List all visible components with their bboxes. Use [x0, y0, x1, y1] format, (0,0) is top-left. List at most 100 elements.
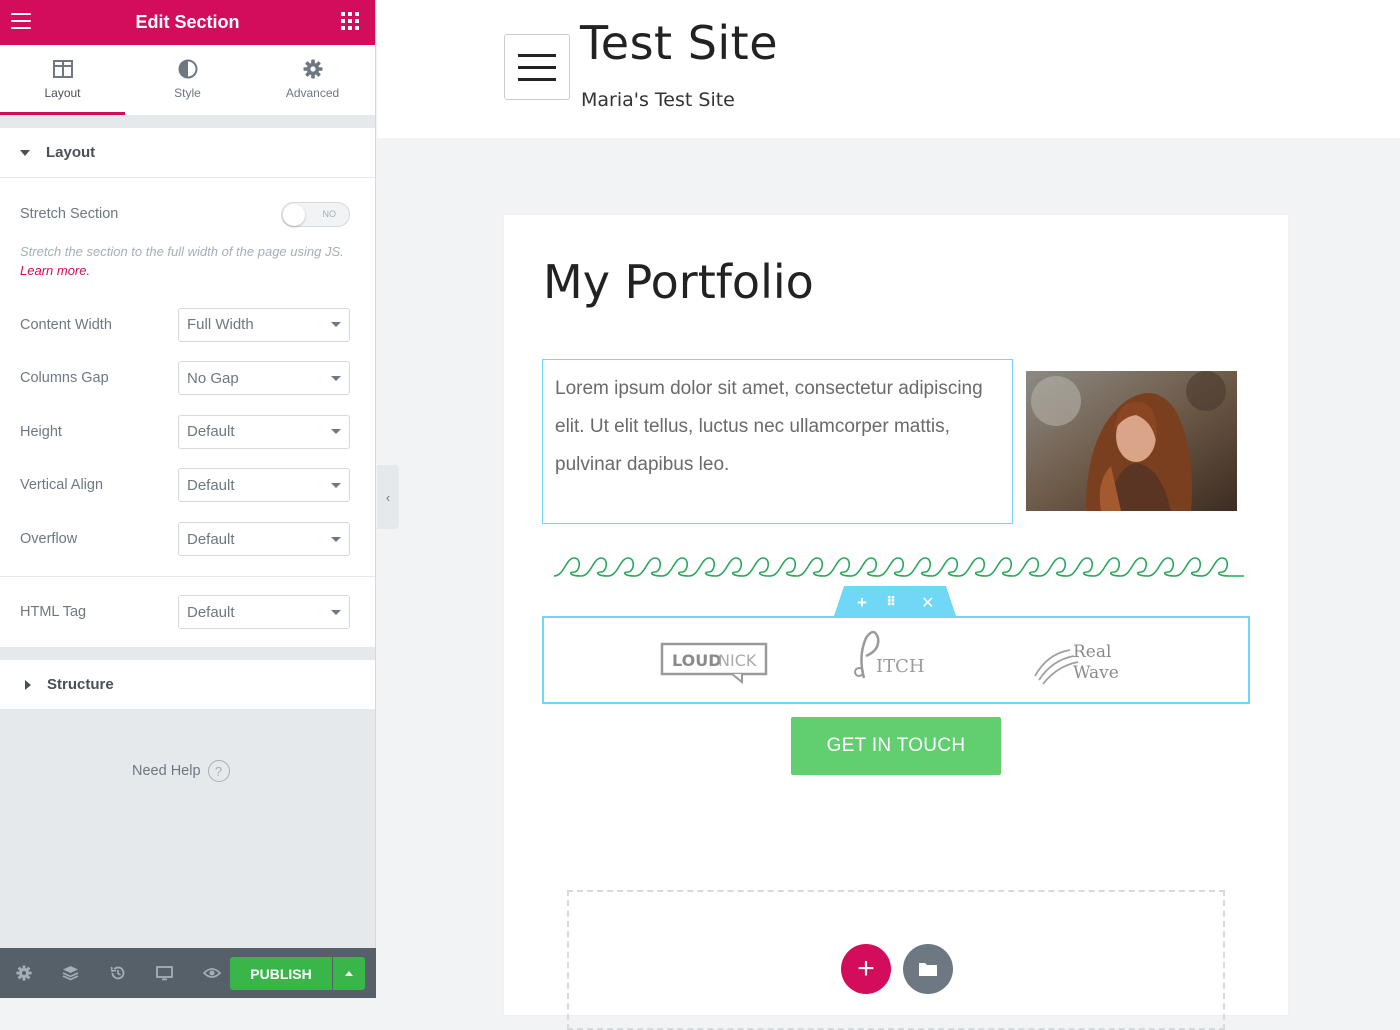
widgets-grid-icon[interactable] [341, 12, 359, 30]
svg-text:Real: Real [1073, 642, 1111, 662]
select-value: Full Width [187, 316, 254, 334]
section-handle: + ⠿ ✕ [834, 586, 956, 616]
height-label: Height [20, 423, 62, 440]
history-icon[interactable] [94, 948, 141, 998]
collapse-panel-button[interactable]: ‹ [377, 465, 399, 529]
content-width-label: Content Width [20, 316, 112, 333]
layout-controls: Stretch Section NO Stretch the section t… [0, 178, 375, 647]
page-content: My Portfolio Lorem ipsum dolor sit amet,… [504, 215, 1288, 1030]
html-tag-label: HTML Tag [20, 604, 87, 620]
content-width-select[interactable]: Full Width [178, 307, 350, 342]
site-menu-toggle[interactable] [504, 34, 570, 100]
add-template-button[interactable] [903, 944, 953, 994]
pitch-logo: ITCH [854, 630, 925, 679]
chevron-down-icon [331, 609, 341, 615]
select-value: Default [187, 530, 235, 548]
menu-icon[interactable] [11, 13, 31, 29]
page-title: My Portfolio [543, 255, 814, 309]
site-header: Test Site Maria's Test Site [377, 0, 1400, 138]
caret-right-icon [25, 679, 31, 690]
need-help-link[interactable]: Need Help ? [132, 760, 230, 782]
chevron-down-icon [331, 322, 341, 328]
drag-handle-icon[interactable]: ⠿ [886, 594, 897, 610]
columns-gap-select[interactable]: No Gap [178, 361, 350, 396]
learn-more-link[interactable]: Learn more. [20, 263, 90, 278]
chevron-down-icon [331, 429, 341, 435]
height-select[interactable]: Default [178, 414, 350, 449]
tab-layout-label: Layout [44, 85, 81, 100]
columns-icon [52, 58, 73, 80]
svg-text:ITCH: ITCH [876, 656, 925, 677]
stretch-description: Stretch the section to the full width of… [0, 242, 375, 298]
stretch-description-text: Stretch the section to the full width of… [20, 244, 344, 259]
preview-eye-icon[interactable] [188, 948, 235, 998]
chevron-left-icon: ‹ [385, 489, 391, 505]
select-value: No Gap [187, 369, 239, 387]
question-icon: ? [207, 760, 230, 782]
caret-down-icon [20, 149, 30, 156]
panel-footer: PUBLISH [0, 948, 376, 998]
responsive-desktop-icon[interactable] [141, 948, 188, 998]
tab-style[interactable]: Style [125, 45, 250, 115]
toggle-knob [283, 203, 305, 226]
select-value: Default [187, 476, 235, 494]
close-icon[interactable]: ✕ [921, 593, 934, 613]
chevron-down-icon [331, 536, 341, 542]
toggle-text: NO [322, 208, 337, 219]
panel-header: Edit Section [0, 0, 375, 45]
site-description: Maria's Test Site [581, 89, 735, 111]
overflow-label: Overflow [20, 531, 78, 547]
add-icon[interactable]: + [857, 593, 867, 613]
stretch-section-toggle[interactable]: NO [281, 201, 350, 227]
text-editor-widget[interactable]: Lorem ipsum dolor sit amet, consectetur … [542, 359, 1013, 524]
panel-title: Edit Section [135, 12, 240, 32]
svg-text:NICK: NICK [718, 651, 757, 670]
client-logos: LOUD NICK ITCH Real Wave [660, 630, 1119, 685]
svg-text:LOUD: LOUD [672, 651, 722, 670]
select-value: Default [187, 603, 235, 621]
height-row: Height Default [0, 405, 375, 459]
tab-style-label: Style [174, 85, 201, 100]
panel-tabs: Layout Style Advanced [0, 45, 375, 115]
half-circle-icon [178, 58, 198, 80]
html-tag-select[interactable]: Default [178, 595, 350, 629]
tab-advanced-label: Advanced [285, 85, 340, 100]
get-in-touch-button[interactable]: GET IN TOUCH [791, 717, 1001, 775]
svg-text:Wave: Wave [1073, 663, 1119, 683]
overflow-row: Overflow Default [0, 512, 375, 566]
select-value: Default [187, 423, 235, 441]
portrait-image[interactable] [1026, 371, 1237, 511]
logos-section[interactable]: LOUD NICK ITCH Real Wave [542, 616, 1250, 704]
structure-section-toggle[interactable]: Structure [0, 660, 375, 710]
publish-button[interactable]: PUBLISH [230, 957, 332, 990]
columns-gap-row: Columns Gap No Gap [0, 352, 375, 406]
layout-section-toggle[interactable]: Layout [0, 128, 375, 178]
html-tag-row: HTML Tag Default [0, 577, 375, 647]
vertical-align-row: Vertical Align Default [0, 459, 375, 513]
stretch-section-label: Stretch Section [20, 206, 119, 222]
structure-section-title: Structure [47, 676, 114, 693]
layout-section-title: Layout [46, 144, 96, 161]
navigator-layers-icon[interactable] [47, 948, 94, 998]
publish-options-button[interactable] [333, 957, 365, 990]
gear-icon [303, 58, 323, 80]
chevron-down-icon [331, 482, 341, 488]
need-help-label: Need Help [132, 763, 201, 779]
tab-layout[interactable]: Layout [0, 45, 125, 115]
vertical-align-label: Vertical Align [20, 477, 104, 494]
add-section-button[interactable]: + [841, 944, 891, 994]
columns-gap-label: Columns Gap [20, 370, 109, 387]
content-width-row: Content Width Full Width [0, 298, 375, 352]
editor-panel: Edit Section Layout Style Advanced Layou… [0, 0, 376, 998]
folder-icon [919, 963, 937, 976]
settings-icon[interactable] [0, 948, 47, 998]
chevron-down-icon [331, 375, 341, 381]
site-title[interactable]: Test Site [580, 16, 778, 70]
loudnick-logo: LOUD NICK [660, 642, 768, 685]
tab-advanced[interactable]: Advanced [250, 45, 375, 115]
add-section-area: + [567, 890, 1225, 1030]
real-wave-logo: Real Wave [1034, 642, 1119, 685]
divider-squiggle [554, 557, 1244, 577]
vertical-align-select[interactable]: Default [178, 468, 350, 503]
overflow-select[interactable]: Default [178, 522, 350, 556]
